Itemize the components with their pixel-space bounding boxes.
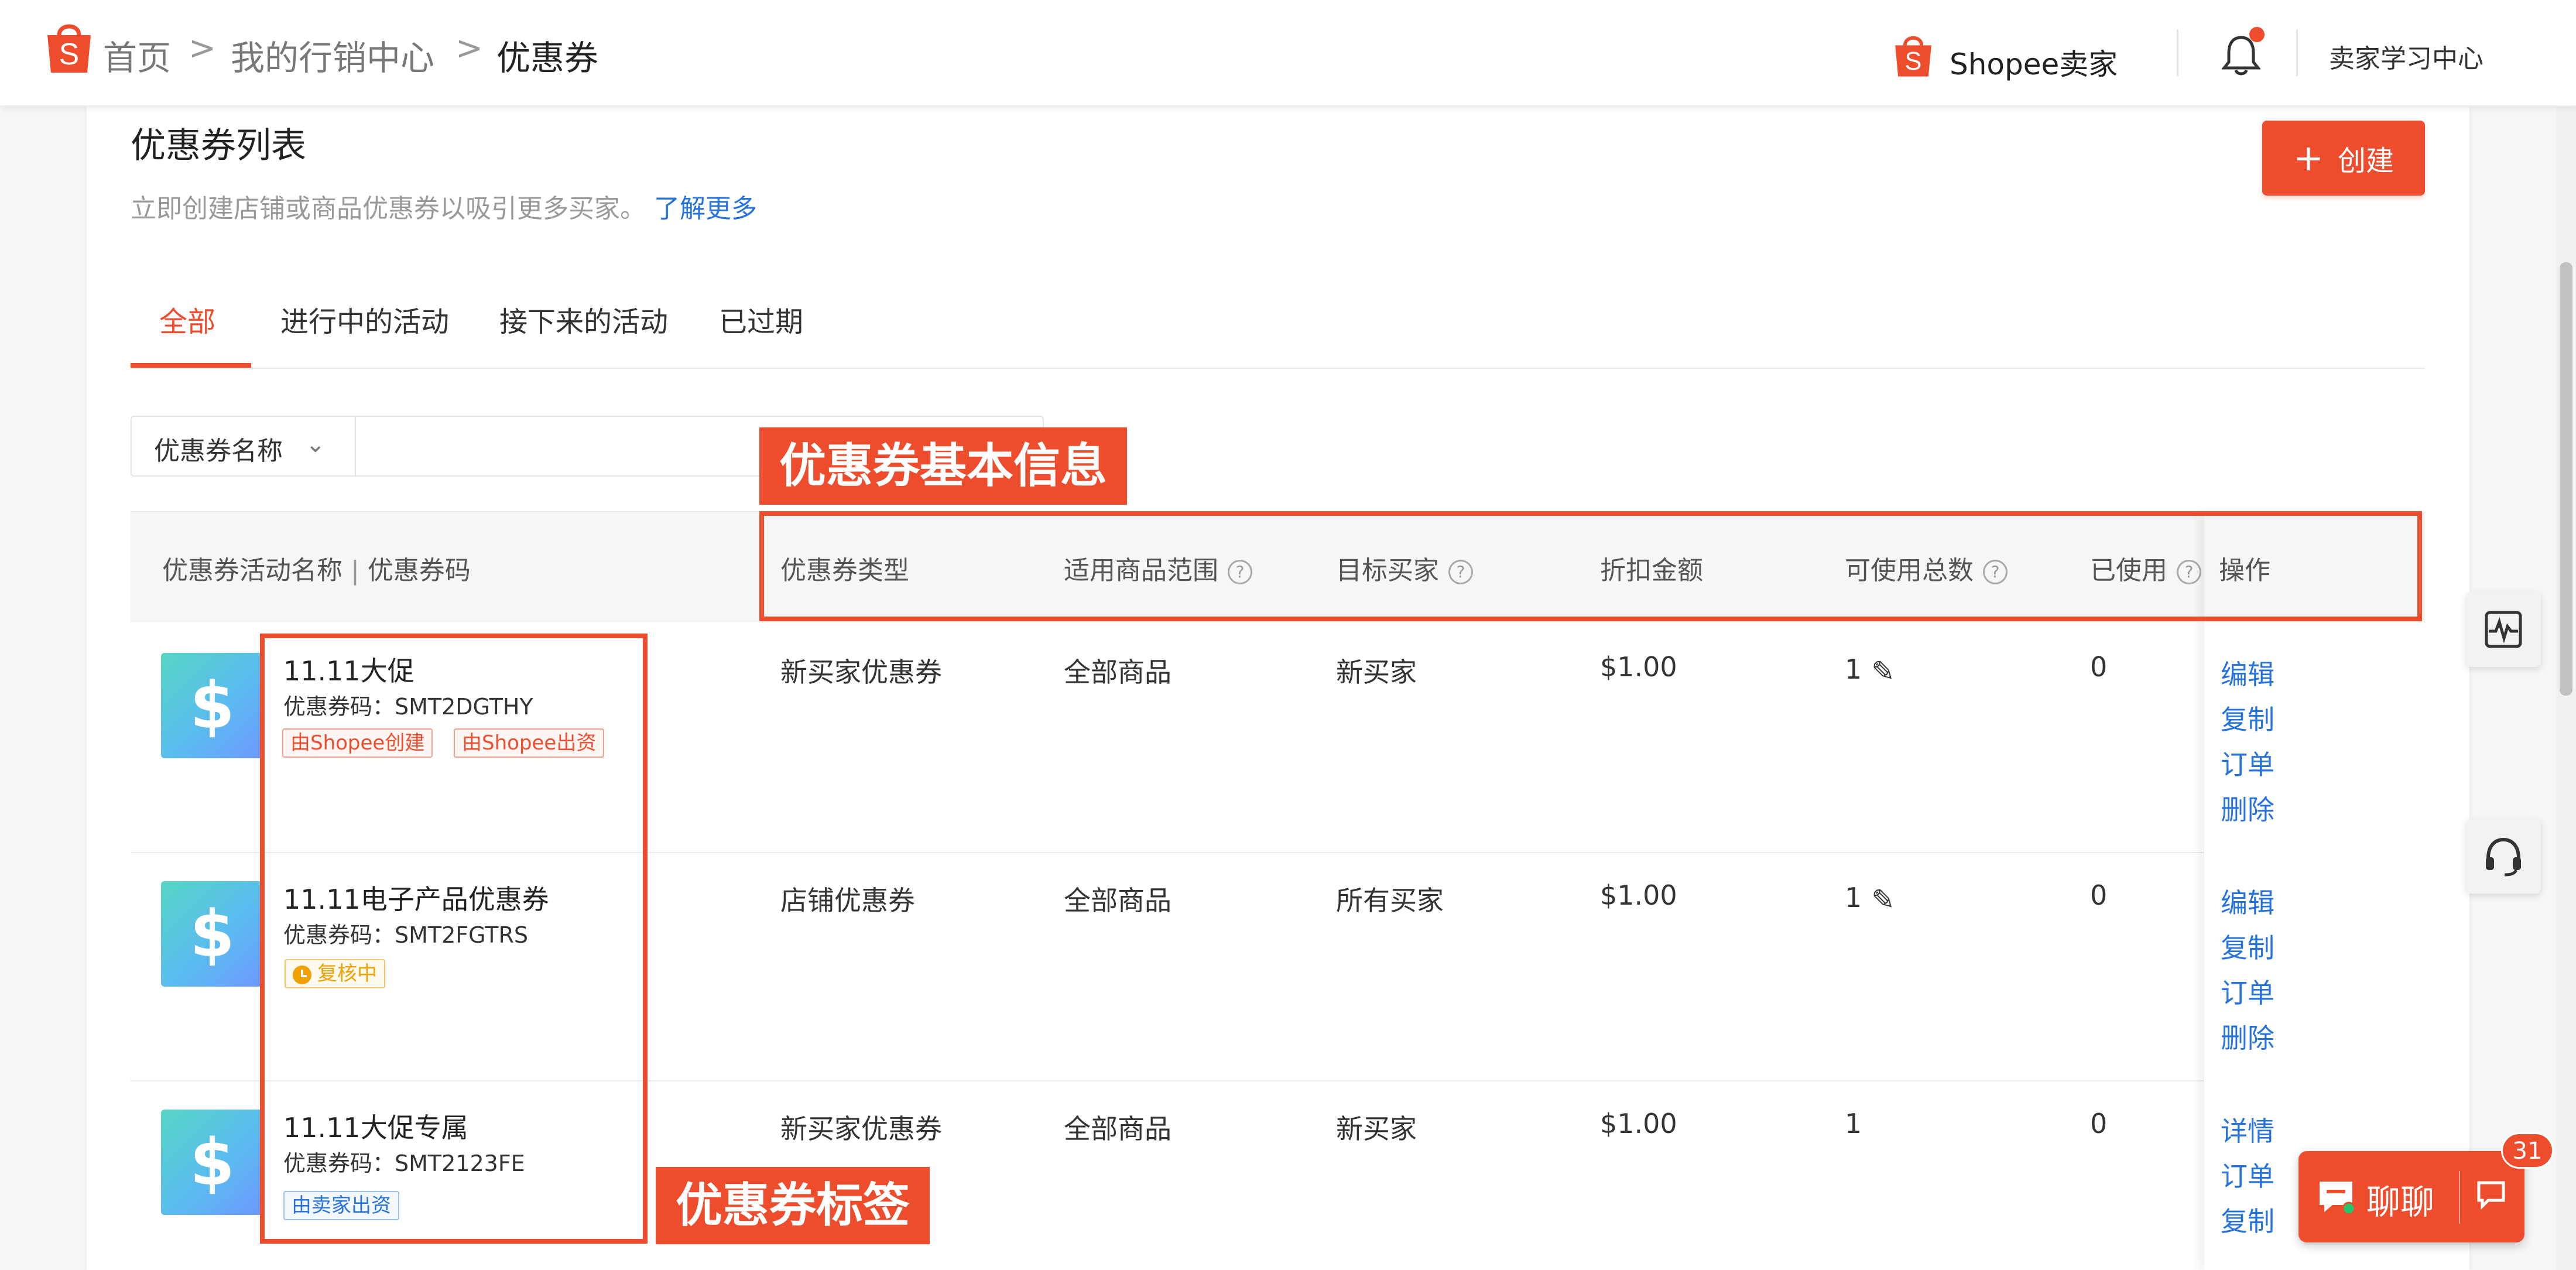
seller-learning-center-link[interactable]: 卖家学习中心 [2329, 37, 2483, 75]
pencil-icon[interactable]: ✎ [1871, 884, 1895, 916]
product-scope: 全部商品 [1064, 656, 1171, 688]
notification-dot [2249, 27, 2265, 42]
header-separator: | [351, 556, 359, 586]
basic-info-callout: 优惠券基本信息 [759, 427, 1127, 505]
breadcrumb-current: 优惠券 [496, 38, 599, 78]
filter-field-select[interactable]: 优惠券名称 [154, 430, 283, 467]
page-title: 优惠券列表 [131, 125, 306, 166]
dollar-icon: $ [161, 881, 263, 987]
column-header-name-label: 优惠券活动名称 [162, 556, 342, 586]
dollar-icon: $ [161, 1110, 263, 1215]
delete-link[interactable]: 删除 [2221, 789, 2274, 827]
filter-divider [355, 417, 356, 475]
chat-label[interactable]: 聊聊 [2366, 1175, 2434, 1224]
used-count: 0 [2090, 879, 2108, 911]
discount-amount: $1.00 [1600, 651, 1677, 683]
coupon-type: 新买家优惠券 [780, 1113, 942, 1145]
details-link[interactable]: 详情 [2221, 1110, 2274, 1149]
pencil-icon[interactable]: ✎ [1871, 655, 1895, 688]
shopee-seller-logo-icon: S [1895, 36, 1931, 77]
tab-upcoming[interactable]: 接下来的活动 [499, 299, 668, 340]
tabs-divider [131, 368, 2425, 369]
coupon-tags-highlight [260, 634, 648, 1244]
usable-total: 1 ✎ [1845, 882, 1895, 916]
chat-bubble-icon [2320, 1182, 2356, 1216]
breadcrumb-marketing-center[interactable]: 我的行销中心 [231, 30, 434, 80]
tab-expired[interactable]: 已过期 [719, 299, 803, 340]
unread-count-badge: 31 [2501, 1132, 2554, 1169]
subtitle-text: 立即创建店铺或商品优惠券以吸引更多买家。 [131, 194, 646, 224]
breadcrumb-home[interactable]: 首页 [103, 30, 171, 80]
target-buyer: 新买家 [1336, 656, 1417, 688]
create-button-label: 创建 [2337, 145, 2394, 177]
product-scope: 全部商品 [1064, 885, 1171, 916]
dollar-icon: $ [161, 653, 263, 758]
breadcrumb-separator: > [189, 29, 216, 67]
discount-amount: $1.00 [1600, 879, 1677, 911]
chevron-down-icon[interactable]: ⌄ [306, 431, 326, 458]
header-divider [2177, 29, 2178, 76]
edit-link[interactable]: 编辑 [2221, 653, 2274, 692]
svg-text:S: S [59, 37, 80, 71]
target-buyer: 新买家 [1336, 1113, 1417, 1145]
tab-all[interactable]: 全部 [159, 299, 215, 340]
orders-link[interactable]: 订单 [2221, 744, 2274, 782]
copy-link[interactable]: 复制 [2221, 699, 2274, 737]
copy-link[interactable]: 复制 [2221, 927, 2274, 966]
column-header-code-label: 优惠券码 [367, 556, 471, 586]
breadcrumb-separator: > [455, 29, 483, 67]
seller-brand-name: Shopee卖家 [1950, 47, 2118, 81]
delete-link[interactable]: 删除 [2221, 1017, 2274, 1056]
coupon-type: 店铺优惠券 [780, 885, 915, 916]
orders-link[interactable]: 订单 [2221, 1155, 2274, 1194]
waveform-icon [2485, 611, 2522, 648]
orders-link[interactable]: 订单 [2221, 972, 2274, 1011]
column-header-name: 优惠券活动名称 | 优惠券码 [162, 549, 471, 587]
plus-icon: + [2293, 136, 2324, 179]
create-coupon-button[interactable]: + 创建 [2262, 121, 2425, 196]
discount-amount: $1.00 [1600, 1108, 1677, 1139]
basic-info-highlight [759, 511, 2422, 621]
used-count: 0 [2090, 651, 2108, 683]
svg-text:S: S [1905, 47, 1922, 76]
shopee-bag-icon[interactable]: S [44, 19, 94, 75]
coupon-tags-callout: 优惠券标签 [656, 1167, 930, 1244]
tab-ongoing[interactable]: 进行中的活动 [280, 299, 449, 340]
scrollbar-thumb[interactable] [2560, 262, 2572, 696]
header-divider [2296, 29, 2298, 76]
active-tab-indicator [131, 363, 251, 368]
usable-total-value: 1 [1845, 653, 1862, 685]
page-subtitle: 立即创建店铺或商品优惠券以吸引更多买家。 了解更多 [131, 187, 757, 225]
top-navigation-bar: S 首页 > 我的行销中心 > 优惠券 S Shopee卖家 卖家学习中心 [0, 0, 2576, 107]
edit-link[interactable]: 编辑 [2221, 882, 2274, 920]
activity-widget-button[interactable] [2466, 592, 2541, 667]
headset-icon [2486, 837, 2521, 877]
usable-total: 1 [1845, 1108, 1862, 1139]
coupon-type: 新买家优惠券 [780, 656, 942, 688]
target-buyer: 所有买家 [1336, 885, 1444, 916]
usable-total: 1 ✎ [1845, 653, 1895, 688]
copy-link[interactable]: 复制 [2221, 1200, 2274, 1239]
product-scope: 全部商品 [1064, 1113, 1171, 1145]
usable-total-value: 1 [1845, 882, 1862, 913]
learn-more-link[interactable]: 了解更多 [654, 194, 757, 224]
chat-divider [2459, 1171, 2460, 1224]
popout-window-icon[interactable] [2474, 1177, 2508, 1211]
used-count: 0 [2090, 1108, 2108, 1139]
support-widget-button[interactable] [2466, 819, 2541, 894]
